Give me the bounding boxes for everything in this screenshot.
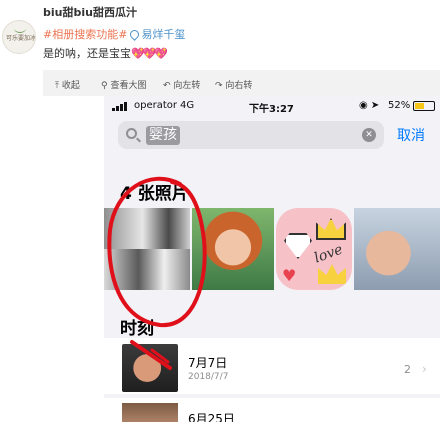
moment-date: 2018/7/7 — [188, 372, 229, 382]
moment-title: 6月25日 — [188, 412, 235, 422]
heart-icon: ♥ — [282, 266, 297, 285]
network-label: 4G — [180, 100, 195, 111]
photo-thumbnail[interactable] — [104, 208, 190, 290]
clear-search-button[interactable]: ✕ — [362, 128, 376, 142]
post-text: 是的呐，还是宝宝💖💖💖 — [43, 45, 168, 61]
diamond-icon — [284, 233, 312, 259]
weibo-post: 可乐要加冰 biu甜biu甜西瓜汁 #相册搜索功能# 易烊千玺 是的呐，还是宝宝💖… — [0, 0, 440, 422]
battery-icon — [413, 101, 435, 111]
location-pin-icon — [128, 28, 142, 41]
moment-title: 7月7日 — [188, 356, 228, 370]
battery-percent: 52% — [388, 100, 411, 111]
love-sticker-text: love — [312, 241, 345, 267]
collapse-label: 收起 — [61, 81, 80, 91]
chevron-right-icon: › — [422, 362, 427, 376]
hearts-emoji: 💖💖💖 — [131, 47, 168, 60]
topic-tag[interactable]: #相册搜索功能# — [43, 28, 127, 41]
post-text-body: 是的呐，还是宝宝 — [43, 47, 131, 60]
view-large-label: 查看大图 — [110, 81, 147, 91]
moment-row[interactable]: 7月7日 2018/7/7 2 › — [104, 338, 440, 394]
search-field[interactable]: 婴孩 ✕ — [118, 121, 384, 149]
lock-location-icons: ◉ ➤ — [359, 100, 380, 111]
crown-icon — [318, 264, 346, 284]
signal-icon — [112, 102, 130, 111]
phone-screenshot[interactable]: operator 4G 下午3:27 ◉ ➤ 52% 婴孩 ✕ 取消 4 张照片… — [104, 96, 440, 422]
status-bar: operator 4G 下午3:27 ◉ ➤ 52% — [104, 96, 440, 116]
carrier-label: operator — [134, 100, 178, 111]
collapse-button[interactable]: ⤒ 收起 — [55, 78, 80, 91]
rotate-left-label: 向左转 — [173, 81, 201, 91]
photo-thumbnail[interactable]: love ♥ — [276, 208, 352, 290]
rotate-right-label: 向右转 — [225, 81, 253, 91]
avatar-text: 可乐要加冰 — [6, 35, 36, 42]
avatar[interactable]: 可乐要加冰 — [2, 20, 36, 54]
search-icon — [126, 128, 137, 139]
search-query[interactable]: 婴孩 — [146, 126, 180, 145]
image-toolbar: ⤒ 收起 ⚲ 查看大图 ↶ 向左转 ↷ 向右转 — [43, 70, 440, 96]
photo-thumbnail[interactable] — [354, 208, 440, 290]
username[interactable]: biu甜biu甜西瓜汁 — [43, 4, 137, 20]
photo-thumbnail[interactable] — [192, 208, 274, 290]
crown-icon — [316, 218, 346, 240]
sprig-icon — [14, 24, 26, 33]
clock: 下午3:27 — [249, 104, 294, 115]
rotate-right-button[interactable]: ↷ 向右转 — [215, 78, 252, 91]
rotate-left-button[interactable]: ↶ 向左转 — [163, 78, 200, 91]
post-tags: #相册搜索功能# 易烊千玺 — [43, 26, 185, 42]
moment-count: 2 — [404, 363, 411, 376]
location-link[interactable]: 易烊千玺 — [128, 28, 186, 41]
moment-row[interactable]: 6月25日 — [104, 398, 440, 422]
view-large-button[interactable]: ⚲ 查看大图 — [101, 78, 146, 91]
cancel-button[interactable]: 取消 — [397, 125, 425, 145]
moments-section-header: 时刻 — [120, 319, 154, 339]
location-label: 易烊千玺 — [141, 28, 186, 41]
moment-thumbnail — [122, 344, 178, 392]
moment-thumbnail — [122, 403, 178, 422]
photos-section-header: 4 张照片 — [120, 184, 189, 204]
